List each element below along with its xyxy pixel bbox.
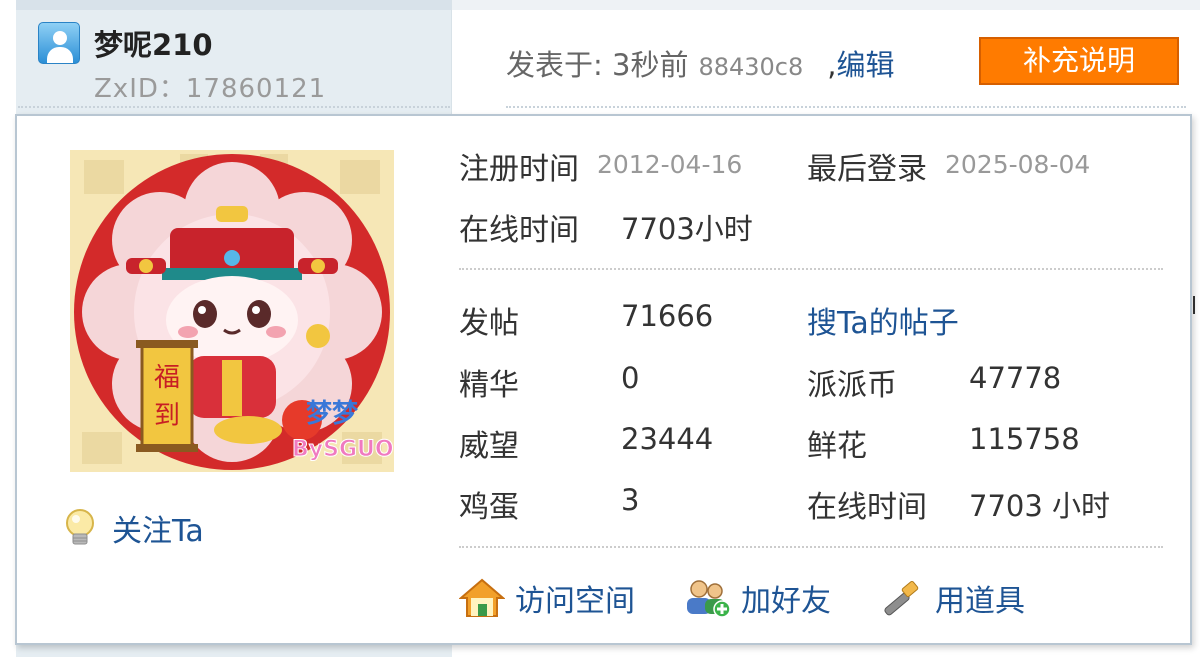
- avatar-scroll-text-2: 到: [154, 401, 180, 431]
- last-login-label: 最后登录: [807, 152, 927, 187]
- edit-link[interactable]: 编辑: [836, 42, 894, 84]
- author-cell-topbar: [16, 0, 451, 10]
- prestige-value: 23444: [621, 422, 714, 456]
- online2-label: 在线时间: [807, 490, 927, 525]
- visit-space-link[interactable]: 访问空间: [459, 576, 635, 620]
- zxid-label: ZxID：: [94, 74, 186, 104]
- supplement-button[interactable]: 补充说明: [979, 37, 1179, 85]
- tool-icon: [884, 580, 919, 616]
- add-friend-label[interactable]: 加好友: [741, 576, 831, 620]
- author-divider: [18, 106, 450, 108]
- register-label: 注册时间: [459, 152, 579, 187]
- eggs-label: 鸡蛋: [459, 490, 519, 525]
- post-meta: 发表于: 3秒前 88430c8 , 编辑: [506, 42, 895, 84]
- user-icon[interactable]: [38, 22, 80, 64]
- flowers-value: 115758: [969, 422, 1080, 456]
- avatar-image: 福 到 梦梦 BySGUO: [70, 150, 394, 472]
- digest-label: 精华: [459, 368, 519, 403]
- post-hash: 88430c8: [698, 53, 804, 81]
- add-friend-link[interactable]: 加好友: [685, 576, 831, 620]
- home-icon: [459, 578, 505, 617]
- avatar-signature: BySGUO: [292, 437, 394, 462]
- author-row[interactable]: 梦呢210: [38, 22, 213, 64]
- card-divider-2: [459, 546, 1163, 548]
- online-value: 7703小时: [621, 212, 753, 246]
- follow-link[interactable]: 关注Ta: [62, 506, 204, 550]
- main-cell-topbar: [452, 0, 1200, 10]
- author-name[interactable]: 梦呢210: [94, 22, 213, 64]
- posted-time: 发表于: 3秒前: [506, 48, 689, 82]
- edge-tick: [1193, 296, 1200, 314]
- author-zxid: ZxID：17860121: [94, 68, 326, 105]
- add-friend-icon: [687, 580, 731, 618]
- avatar[interactable]: 福 到 梦梦 BySGUO: [70, 150, 394, 472]
- search-posts-link[interactable]: 搜Ta的帖子: [807, 298, 959, 342]
- coins-label: 派派币: [807, 368, 897, 403]
- flowers-label: 鲜花: [807, 429, 867, 464]
- use-item-label[interactable]: 用道具: [935, 576, 1025, 620]
- meta-comma: ,: [827, 48, 837, 82]
- register-date: 2012-04-16: [597, 150, 743, 179]
- posts-label: 发帖: [459, 306, 519, 341]
- online-label: 在线时间: [459, 213, 579, 248]
- prestige-label: 威望: [459, 429, 519, 464]
- online2-value: 7703 小时: [969, 489, 1111, 523]
- meta-divider: [506, 106, 1186, 108]
- avatar-badge-text: 梦梦: [306, 399, 359, 429]
- card-divider-1: [459, 268, 1163, 270]
- user-info-card: 福 到 梦梦 BySGUO 关注Ta 注册时间 2012-04-16 最后登录 …: [15, 114, 1192, 645]
- zxid-value: 17860121: [185, 74, 327, 104]
- bulb-icon: [66, 509, 94, 545]
- avatar-scroll-text-1: 福: [154, 363, 180, 393]
- digest-value: 0: [621, 361, 640, 395]
- use-item-link[interactable]: 用道具: [879, 576, 1025, 620]
- posts-value: 71666: [621, 299, 714, 333]
- follow-label[interactable]: 关注Ta: [112, 506, 204, 550]
- visit-space-label[interactable]: 访问空间: [515, 576, 635, 620]
- coins-value: 47778: [969, 361, 1062, 395]
- eggs-value: 3: [621, 483, 640, 517]
- last-login-date: 2025-08-04: [945, 150, 1091, 179]
